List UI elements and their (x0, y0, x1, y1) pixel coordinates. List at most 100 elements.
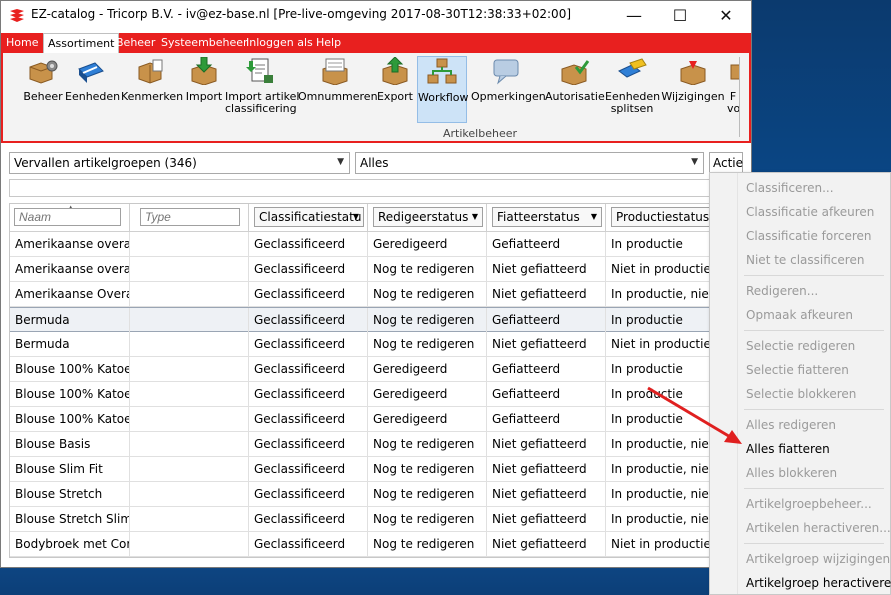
column-header-naam: ▲ (10, 204, 130, 232)
menu-item-redigeren[interactable]: Redigeren... (746, 284, 818, 298)
ribbon-wijzigingen-button[interactable]: Wijzigingen (661, 57, 725, 103)
ribbon-eenheden-splitsen-button[interactable]: Eenheden splitsen (605, 57, 660, 115)
menu-item-selectie-redigeren[interactable]: Selectie redigeren (746, 339, 855, 353)
cell-classificatiestatus: Geclassificeerd (249, 357, 368, 382)
cell-classificatiestatus: Geclassificeerd (249, 282, 368, 307)
cell-productiestatus: Niet in productie (611, 337, 710, 351)
cell-type (130, 308, 249, 333)
ribbon-label-line2: classificering (225, 102, 297, 115)
cell-type (130, 432, 249, 457)
table-row[interactable]: Amerikaanse overall Geclassificeerd Nog … (10, 257, 709, 282)
menu-separator (744, 543, 884, 544)
menu-item-artikelgroepbeheer[interactable]: Artikelgroepbeheer... (746, 497, 872, 511)
menu-item-alles-blokkeren[interactable]: Alles blokkeren (746, 466, 837, 480)
cell-classificatiestatus: Geclassificeerd (249, 232, 368, 257)
table-row[interactable]: Blouse Basis Geclassificeerd Nog te redi… (10, 432, 709, 457)
cell-fiatteerstatus: Niet gefiatteerd (487, 432, 606, 457)
cell-type (130, 357, 249, 382)
classificatiestatus-filter[interactable]: Classificatiestatu ▼ (254, 207, 364, 227)
productiestatus-filter[interactable]: Productiestatus▼ (611, 207, 709, 227)
menu-home[interactable]: Home (6, 36, 38, 49)
cell-fiatteerstatus: Gefiatteerd (487, 357, 606, 382)
menu-item-artikelgroep-wijzigingen[interactable]: Artikelgroep wijzigingen... (746, 552, 891, 566)
cell-fiatteerstatus: Niet gefiatteerd (487, 282, 606, 307)
ribbon-truncated-button[interactable]: F vo (727, 57, 739, 115)
ribbon-import-button[interactable]: Import (185, 57, 223, 103)
menu-item-selectie-blokkeren[interactable]: Selectie blokkeren (746, 387, 856, 401)
ribbon-group-label: Artikelbeheer (443, 127, 517, 140)
actie-button[interactable]: Actie (709, 152, 743, 174)
cell-redigeerstatus: Nog te redigeren (368, 257, 487, 282)
redigeerstatus-filter[interactable]: Redigeerstatus ▼ (373, 207, 483, 227)
menu-item-alles-redigeren[interactable]: Alles redigeren (746, 418, 836, 432)
table-row-selected[interactable]: Bermuda Geclassificeerd Nog te redigeren… (10, 307, 709, 333)
ribbon-divider (739, 57, 740, 137)
ribbon-omnummeren-button[interactable]: Omnummeren (298, 57, 378, 103)
close-button[interactable]: ✕ (703, 1, 749, 29)
table-row[interactable]: Amerikaanse Overall Geclassificeerd Nog … (10, 282, 709, 307)
menu-item-artikelen-heractiveren[interactable]: Artikelen heractiveren... (746, 521, 891, 535)
table-row[interactable]: Amerikaanse overall Geclassificeerd Gere… (10, 232, 709, 257)
menu-item-classificatie-afkeuren[interactable]: Classificatie afkeuren (746, 205, 874, 219)
menu-assortiment[interactable]: Assortiment (43, 33, 120, 55)
cell-redigeerstatus: Nog te redigeren (368, 308, 487, 333)
menu-item-opmaak-afkeuren[interactable]: Opmaak afkeuren (746, 308, 853, 322)
menu-beheer[interactable]: Beheer (116, 36, 155, 49)
cell-fiatteerstatus: Niet gefiatteerd (487, 257, 606, 282)
ribbon-label: Import (185, 90, 223, 103)
ribbon-kenmerken-button[interactable]: Kenmerken (121, 57, 183, 103)
ribbon-workflow-button[interactable]: Workflow (417, 56, 469, 123)
table-row[interactable]: Bodybroek met Cord Geclassificeerd Nog t… (10, 532, 709, 557)
ribbon-autorisatie-button[interactable]: Autorisatie (545, 57, 605, 103)
menu-inloggen-als[interactable]: Inloggen als (246, 36, 313, 49)
annotation-arrow-icon (647, 386, 742, 444)
menu-help[interactable]: Help (316, 36, 341, 49)
table-row[interactable]: Blouse Stretch Slim F Geclassificeerd No… (10, 507, 709, 532)
renumber-icon (322, 58, 348, 85)
naam-filter-input[interactable] (14, 208, 121, 226)
maximize-button[interactable]: ☐ (657, 1, 703, 29)
menu-item-alles-fiatteren[interactable]: Alles fiatteren (746, 442, 830, 456)
cell-naam: Amerikaanse overall (10, 232, 130, 257)
article-grid: ▲ Classificatiestatu▼ Redigeerstatus▼ Fi… (9, 203, 710, 558)
menu-item-selectie-fiatteren[interactable]: Selectie fiatteren (746, 363, 849, 377)
dropdown-arrow-icon: ▼ (590, 212, 597, 221)
group-filter-bar[interactable] (9, 179, 710, 197)
status-select[interactable]: Alles ▼ (355, 152, 704, 174)
column-header-type (130, 204, 249, 232)
cell-type (130, 507, 249, 532)
column-title: Redigeerstatus (378, 210, 469, 224)
fiatteerstatus-filter[interactable]: Fiatteerstatus ▼ (492, 207, 602, 227)
menu-item-artikelgroep-heractiveren[interactable]: Artikelgroep heractiveren (746, 576, 891, 590)
type-filter-input[interactable] (140, 208, 240, 226)
table-row[interactable]: Blouse 100% Katoen Geclassificeerd Gered… (10, 357, 709, 382)
app-logo-icon (10, 9, 24, 22)
ribbon-import-artikel-classificering-button[interactable]: Import artikel classificering (225, 57, 299, 115)
ribbon-eenheden-button[interactable]: Eenheden (65, 57, 120, 103)
menu-systeembeheer[interactable]: Systeembeheer (161, 36, 248, 49)
table-row[interactable]: Blouse 100% Katoen Geclassificeerd Gered… (10, 382, 709, 407)
cell-type (130, 382, 249, 407)
ribbon-export-button[interactable]: Export (376, 57, 414, 103)
menu-item-classificeren[interactable]: Classificeren... (746, 181, 834, 195)
import-icon (191, 57, 217, 85)
table-row[interactable]: Blouse Stretch Geclassificeerd Nog te re… (10, 482, 709, 507)
ribbon-beheer-button[interactable]: Beheer (23, 57, 63, 103)
menu-item-classificatie-forceren[interactable]: Classificatie forceren (746, 229, 872, 243)
cell-productiestatus: In productie, niet a (611, 462, 709, 476)
cell-naam: Blouse 100% Katoen (10, 382, 130, 407)
article-group-select-value: Vervallen artikelgroepen (346) (14, 156, 197, 170)
menu-item-niet-te-classificeren[interactable]: Niet te classificeren (746, 253, 864, 267)
workflow-icon (427, 58, 457, 84)
cell-naam: Blouse 100% Katoen (10, 357, 130, 382)
box-gear-icon (29, 60, 58, 84)
ribbon-opmerkingen-button[interactable]: Opmerkingen (471, 57, 546, 103)
minimize-button[interactable]: — (611, 1, 657, 29)
title-bar[interactable]: EZ-catalog - Tricorp B.V. - iv@ez-base.n… (1, 1, 751, 29)
article-group-select[interactable]: Vervallen artikelgroepen (346) ▼ (9, 152, 350, 174)
cell-fiatteerstatus: Niet gefiatteerd (487, 482, 606, 507)
table-row[interactable]: Blouse 100% Katoen Geclassificeerd Gered… (10, 407, 709, 432)
table-row[interactable]: Bermuda Geclassificeerd Nog te redigeren… (10, 332, 710, 357)
ribbon-label: Export (376, 90, 413, 103)
table-row[interactable]: Blouse Slim Fit Geclassificeerd Nog te r… (10, 457, 709, 482)
